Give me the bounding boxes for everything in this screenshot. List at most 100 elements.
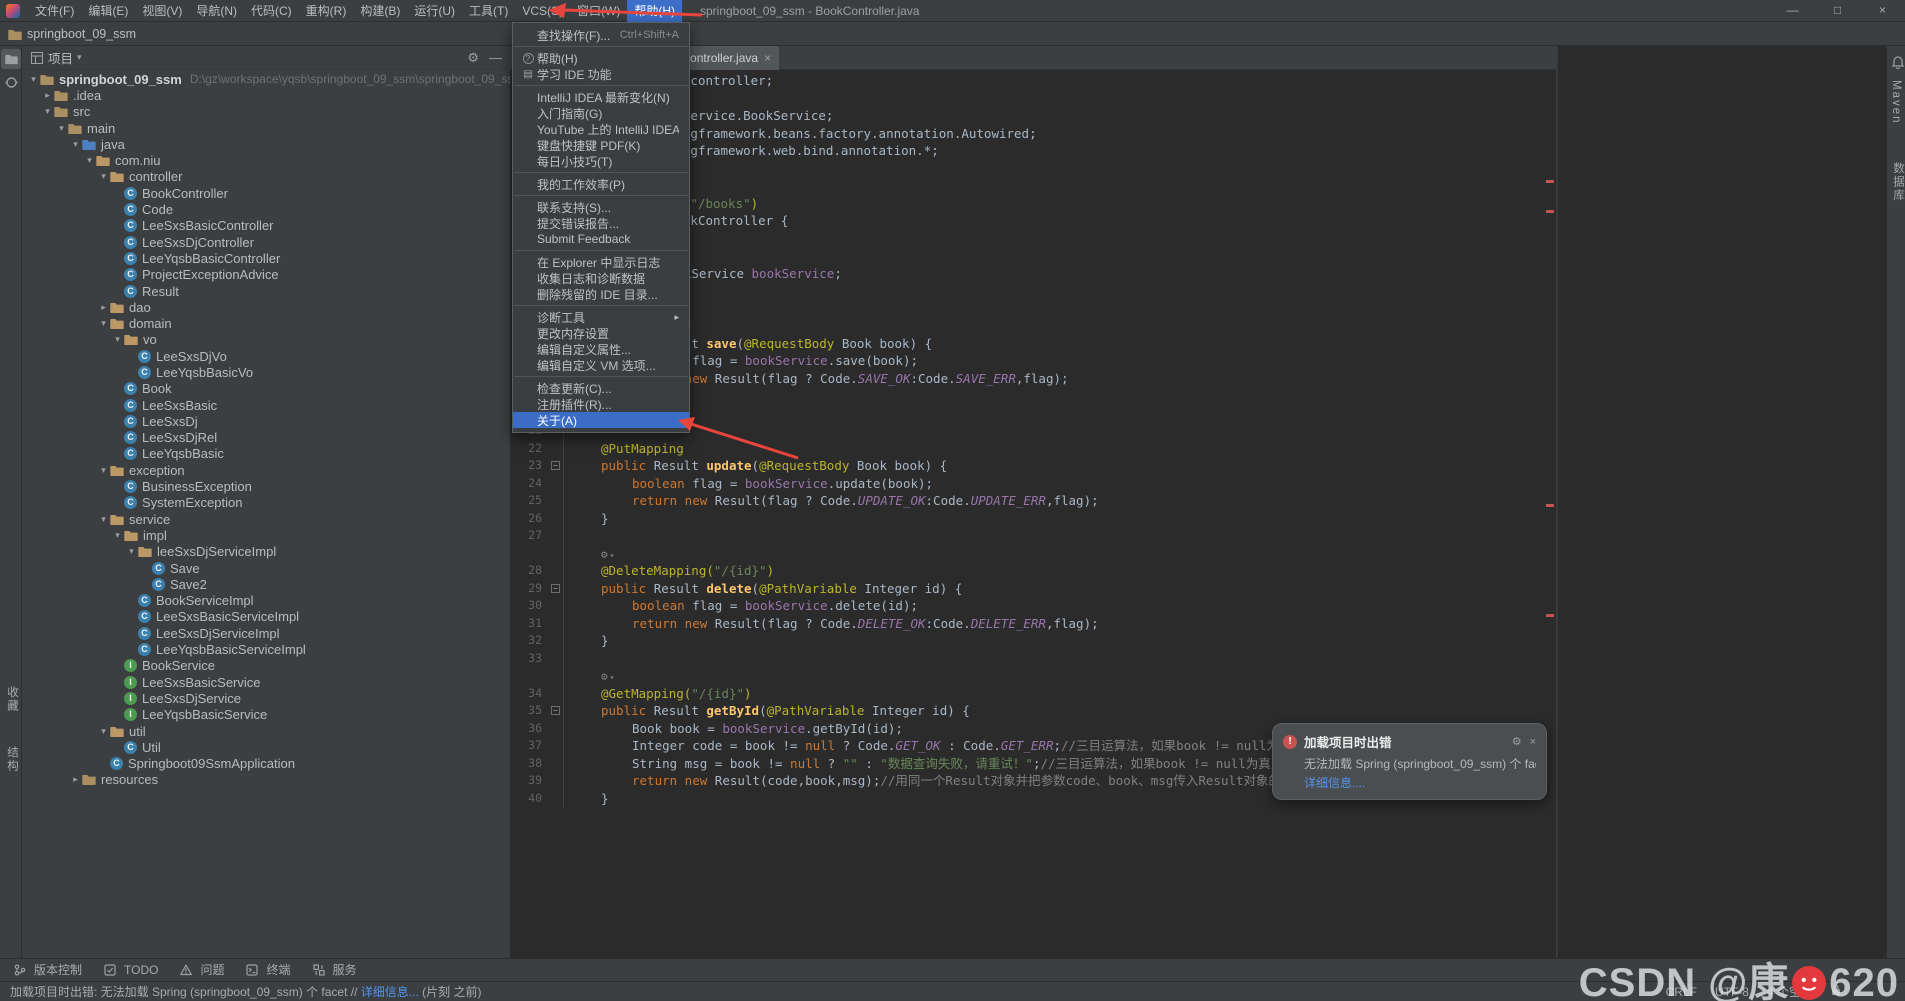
tree-item[interactable]: I LeeSxsDjService [23, 690, 510, 706]
help-menu-item[interactable]: Submit Feedback [513, 231, 689, 247]
tree-item[interactable]: C Springboot09SsmApplication [23, 755, 510, 771]
tree-expand-icon[interactable]: ▾ [55, 123, 68, 134]
help-menu-item[interactable]: 我的工作效率(P) [513, 176, 689, 192]
tree-item[interactable]: ▾ controller [23, 169, 510, 185]
tree-item[interactable]: ▾ util [23, 723, 510, 739]
tree-item[interactable]: C Book [23, 381, 510, 397]
tree-item[interactable]: ▾ springboot_09_ssm D:\gz\workspace\yqsb\s… [23, 71, 510, 87]
tree-item[interactable]: C LeeSxsDjVo [23, 348, 510, 364]
tree-item[interactable]: C BookServiceImpl [23, 593, 510, 609]
tree-item[interactable]: I LeeSxsBasicService [23, 674, 510, 690]
tree-expand-icon[interactable]: ▾ [111, 530, 124, 541]
menubar-item[interactable]: 工具(T) [462, 0, 515, 22]
menubar-item[interactable]: 编辑(E) [81, 0, 135, 22]
mapping-gear-icon[interactable]: ⚙ [601, 670, 608, 683]
tree-item[interactable]: ▾ vo [23, 332, 510, 348]
help-menu-item[interactable]: YouTube 上的 IntelliJ IDEA [513, 121, 689, 137]
breadcrumb[interactable]: springboot_09_ssm [27, 27, 136, 41]
tree-item[interactable]: ▾ impl [23, 527, 510, 543]
toolwindow-button-todo[interactable]: TODO [104, 963, 158, 977]
menubar-item[interactable]: 文件(F) [28, 0, 81, 22]
help-menu-item[interactable]: 在 Explorer 中显示日志 [513, 254, 689, 270]
help-menu-item[interactable]: 键盘快捷键 PDF(K) [513, 137, 689, 153]
menubar-item[interactable]: VCS(S) [515, 0, 570, 22]
tree-item[interactable]: C LeeSxsBasicServiceImpl [23, 609, 510, 625]
status-details-link[interactable]: 详细信息... [361, 985, 419, 999]
help-menu-item[interactable]: 关于(A) [513, 412, 689, 428]
maximize-button[interactable]: □ [1815, 0, 1860, 22]
hide-panel-icon[interactable]: — [489, 50, 502, 65]
code-line[interactable]: 23− public Result update(@RequestBody Boo… [510, 457, 1556, 475]
menubar-item[interactable]: 视图(V) [135, 0, 189, 22]
tree-expand-icon[interactable]: ▾ [27, 74, 40, 85]
tree-item[interactable]: C BusinessException [23, 478, 510, 494]
code-line[interactable]: 22 @PutMapping [510, 439, 1556, 457]
code-line[interactable]: 35− public Result getById(@PathVariable I… [510, 702, 1556, 720]
code-line[interactable]: 25 return new Result(flag ? Code.UPDATE_O… [510, 492, 1556, 510]
code-line[interactable]: 28 @DeleteMapping("/{id}") [510, 562, 1556, 580]
toolwindow-button-版本控制[interactable]: 版本控制 [14, 961, 82, 978]
error-stripe-mark[interactable] [1546, 180, 1554, 183]
settings-gear-icon[interactable]: ⚙ [467, 50, 479, 66]
tree-item[interactable]: C LeeSxsDjController [23, 234, 510, 250]
help-menu-item[interactable]: 编辑自定义属性... [513, 341, 689, 357]
tree-item[interactable]: ▾ exception [23, 462, 510, 478]
project-toolwindow-button[interactable] [1, 49, 21, 69]
tree-item[interactable]: C Result [23, 283, 510, 299]
notification-close-icon[interactable]: × [1530, 736, 1536, 748]
help-menu-item[interactable]: 更改内存设置 [513, 325, 689, 341]
minimize-button[interactable]: — [1770, 0, 1815, 22]
tree-item[interactable]: C LeeYqsbBasicServiceImpl [23, 641, 510, 657]
tree-item[interactable]: C LeeYqsbBasicController [23, 250, 510, 266]
code-line[interactable]: 32} [510, 632, 1556, 650]
stripe-structure-tab[interactable]: 结构 [4, 746, 20, 773]
error-stripe-mark[interactable] [1546, 504, 1554, 507]
project-tree[interactable]: ▾ springboot_09_ssm D:\gz\workspace\yqsb\s… [23, 71, 510, 958]
editor-scrollbar-error-stripe[interactable] [1544, 94, 1556, 958]
tree-item[interactable]: C Save [23, 560, 510, 576]
tree-item[interactable]: I BookService [23, 658, 510, 674]
tree-expand-icon[interactable]: ▾ [111, 334, 124, 345]
tree-item[interactable]: ▸ dao [23, 299, 510, 315]
tree-item[interactable]: ▸ .idea [23, 87, 510, 103]
tree-item[interactable]: C Util [23, 739, 510, 755]
tree-expand-icon[interactable]: ▸ [41, 90, 54, 101]
tree-item[interactable]: C Save2 [23, 576, 510, 592]
code-line[interactable]: 26} [510, 509, 1556, 527]
error-stripe-mark[interactable] [1546, 210, 1554, 213]
help-menu-item[interactable]: 查找操作(F)... Ctrl+Shift+A [513, 27, 689, 43]
tree-item[interactable]: ▾ service [23, 511, 510, 527]
code-line[interactable]: 24 boolean flag = bookService.update(book… [510, 474, 1556, 492]
status-message[interactable]: 加载项目时出错: 无法加载 Spring (springboot_09_ssm)… [10, 983, 481, 1000]
help-menu-item[interactable]: 检查更新(C)... [513, 380, 689, 396]
tree-item[interactable]: C LeeSxsDj [23, 413, 510, 429]
tree-expand-icon[interactable]: ▾ [97, 514, 110, 525]
chevron-down-icon[interactable]: ▾ [77, 52, 82, 63]
tree-expand-icon[interactable]: ▸ [97, 302, 110, 313]
code-line[interactable]: 34 @GetMapping("/{id}") [510, 684, 1556, 702]
tree-item[interactable]: ▾ java [23, 136, 510, 152]
menubar-item[interactable]: 重构(R) [299, 0, 354, 22]
tree-item[interactable]: C LeeYqsbBasicVo [23, 364, 510, 380]
menubar-item[interactable]: 构建(B) [353, 0, 407, 22]
code-line[interactable]: 33 [510, 649, 1556, 667]
tree-item[interactable]: C LeeSxsBasic [23, 397, 510, 413]
notification-details-link[interactable]: 详细信息.... [1304, 774, 1536, 791]
help-menu-item[interactable]: ? 帮助(H) [513, 50, 689, 66]
menubar-item[interactable]: 代码(C) [244, 0, 299, 22]
error-stripe-mark[interactable] [1546, 614, 1554, 617]
code-line[interactable]: 31 return new Result(flag ? Code.DELETE_O… [510, 614, 1556, 632]
stripe-maven-tab[interactable]: Maven [1890, 80, 1902, 125]
tree-item[interactable]: C Code [23, 201, 510, 217]
toolwindow-button-终端[interactable]: 终端 [246, 961, 291, 978]
tree-expand-icon[interactable]: ▾ [125, 546, 138, 557]
help-menu-item[interactable]: IntelliJ IDEA 最新变化(N) [513, 89, 689, 105]
tree-item[interactable]: ▾ src [23, 104, 510, 120]
help-menu-item[interactable]: 提交错误报告... [513, 215, 689, 231]
tree-expand-icon[interactable]: ▾ [69, 139, 82, 150]
close-button[interactable]: × [1860, 0, 1905, 22]
help-menu-item[interactable]: 删除残留的 IDE 目录... [513, 286, 689, 302]
tree-expand-icon[interactable]: ▾ [83, 155, 96, 166]
code-line[interactable]: 29− public Result delete(@PathVariable In… [510, 579, 1556, 597]
tree-expand-icon[interactable]: ▾ [41, 106, 54, 117]
